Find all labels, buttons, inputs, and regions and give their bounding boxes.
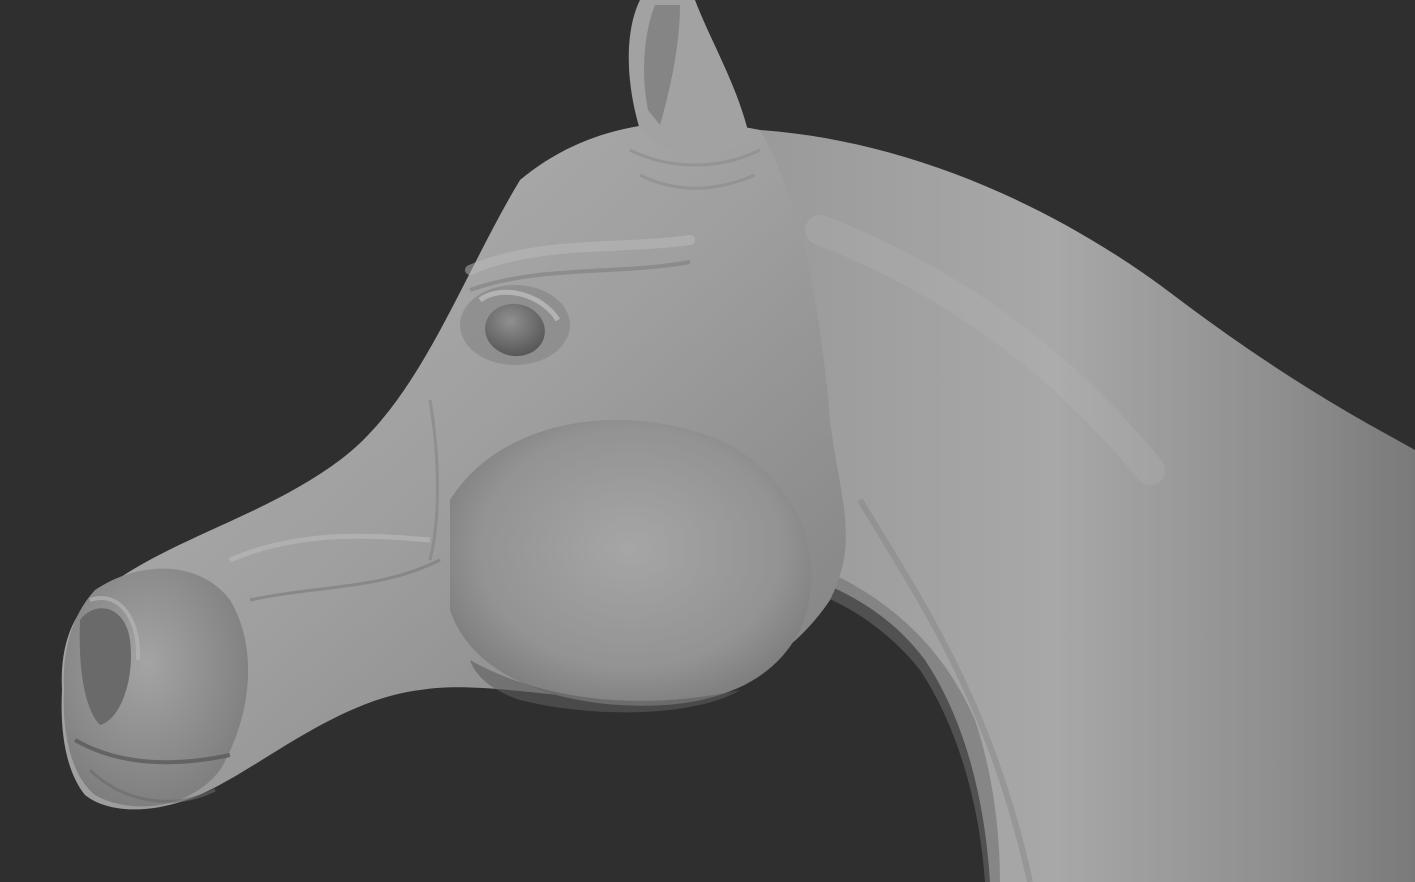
horse-head-sculpt xyxy=(61,0,1415,882)
viewport xyxy=(0,0,1415,882)
